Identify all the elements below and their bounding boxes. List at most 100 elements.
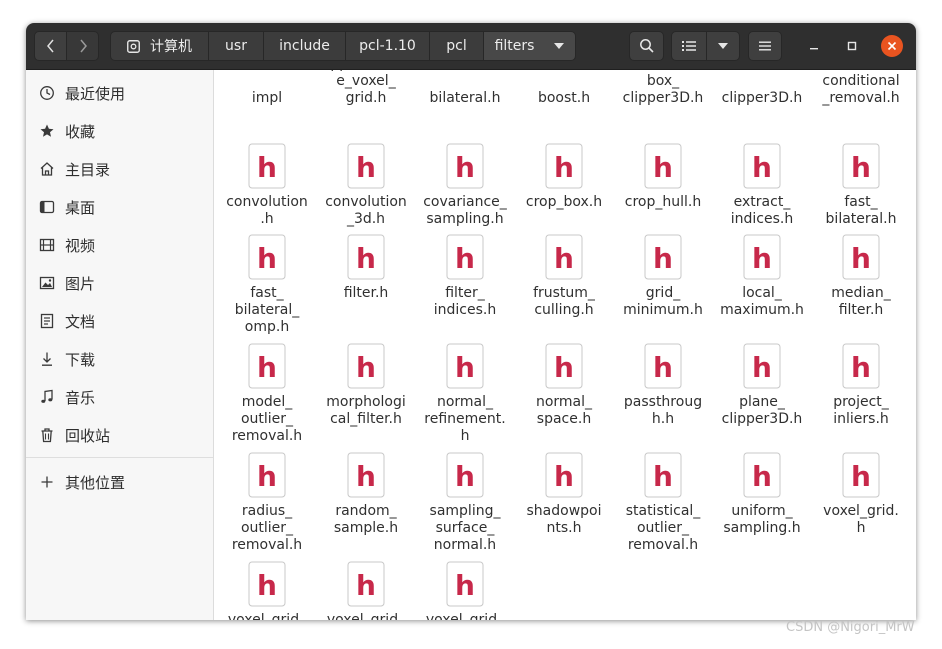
file-name-line: clipper3D.h	[721, 411, 803, 427]
file-name: filter.h	[318, 285, 414, 302]
path-crumb-pcl-1-10[interactable]: pcl-1.10	[346, 31, 430, 61]
file-icon-glyph: h	[356, 242, 376, 275]
file-name-line: removal.h	[231, 537, 303, 553]
file-name: crop_box.h	[516, 194, 612, 211]
file-icon-glyph: h	[752, 351, 772, 384]
file-name-line: voxel_grid_	[227, 612, 307, 620]
sidebar-item-videos[interactable]: 视频	[26, 229, 214, 261]
close-icon	[887, 41, 897, 51]
hamburger-icon	[759, 41, 771, 51]
file-name-line: inliers.h	[833, 411, 889, 427]
maximize-icon	[847, 41, 857, 51]
file-icon-glyph: h	[455, 151, 475, 184]
sidebar-item-starred[interactable]: 收藏	[26, 115, 214, 147]
list-view-button[interactable]	[671, 31, 707, 61]
file-name-line: normal_	[535, 394, 593, 410]
path-crumb-label: pcl	[446, 38, 467, 54]
path-crumb-label: 计算机	[150, 39, 192, 55]
file-name: convolution .h	[219, 194, 315, 228]
file-name-line: nts.h	[546, 520, 582, 536]
file-name: voxel_grid. h	[813, 503, 909, 537]
file-icon-glyph: h	[455, 242, 475, 275]
file-name-line: outlier_	[240, 520, 294, 536]
close-button[interactable]	[881, 35, 903, 57]
file-icon-glyph: h	[356, 569, 376, 602]
path-crumb-filters[interactable]: filters	[484, 31, 576, 61]
sidebar-item-label: 主目录	[65, 160, 111, 179]
file-name-line: omp.h	[244, 319, 290, 335]
file-name-line: covariance_	[423, 194, 507, 210]
file-name-line: voxel_grid_	[326, 612, 406, 620]
sidebar-item-downloads[interactable]: 下载	[26, 343, 214, 375]
file-name-line: project_	[833, 394, 889, 410]
sidebar-item-other-locations[interactable]: 其他位置	[26, 466, 214, 498]
file-name-line: clipper3D.h	[622, 90, 704, 106]
file-name-line: voxel_grid.	[823, 503, 899, 519]
file-name: extract_ indices.h	[714, 194, 810, 228]
file-name-line: normal_	[436, 394, 494, 410]
sidebar-item-recent[interactable]: 最近使用	[26, 77, 214, 109]
header-file-icon: h	[446, 561, 484, 607]
maximize-button[interactable]	[841, 35, 863, 57]
file-name-line: statistical_	[625, 503, 701, 519]
file-name: passthroug h.h	[615, 394, 711, 428]
file-name-line: indices.h	[433, 302, 497, 318]
sidebar-item-label: 视频	[65, 236, 96, 255]
chevron-left-icon	[46, 39, 54, 53]
file-name-line: convolution	[226, 194, 308, 210]
path-crumb-computer[interactable]: 计算机	[110, 31, 209, 61]
file-name-line: grid_	[645, 285, 681, 301]
path-crumb-include[interactable]: include	[264, 31, 346, 61]
path-crumb-label: usr	[225, 38, 247, 54]
file-name-line: extract_	[733, 194, 791, 210]
file-name-line: uniform_	[731, 503, 793, 519]
file-name-line: space.h	[536, 411, 592, 427]
sidebar-item-label: 收藏	[65, 122, 96, 141]
menu-button[interactable]	[748, 31, 782, 61]
file-name: median_ filter.h	[813, 285, 909, 319]
file-name-line: maximum.h	[720, 302, 804, 318]
file-name: bilateral.h	[417, 90, 513, 107]
file-icon-glyph: h	[455, 351, 475, 384]
sidebar-item-label: 音乐	[65, 388, 96, 407]
path-crumb-pcl[interactable]: pcl	[430, 31, 484, 61]
sidebar-item-music[interactable]: 音乐	[26, 381, 214, 413]
sidebar-item-home[interactable]: 主目录	[26, 153, 214, 185]
file-name: normal_ space.h	[516, 394, 612, 428]
file-name-line: _3d.h	[346, 211, 386, 227]
view-options-button[interactable]	[706, 31, 740, 61]
sidebar-item-documents[interactable]: 文档	[26, 305, 214, 337]
header-file-icon: h	[644, 343, 682, 389]
file-name-line: voxel_grid_	[425, 612, 505, 620]
minimize-button[interactable]	[803, 35, 825, 57]
file-name-line: crop_hull.h	[624, 194, 702, 210]
search-button[interactable]	[629, 31, 664, 61]
forward-button[interactable]	[66, 31, 99, 61]
sidebar-item-desktop[interactable]: 桌面	[26, 191, 214, 223]
sidebar-item-pictures[interactable]: 图片	[26, 267, 214, 299]
file-name: plane_ clipper3D.h	[714, 394, 810, 428]
caret-down-icon	[718, 43, 728, 49]
sidebar: 最近使用 收藏 主目录 桌面 视频 图片 文档 下载 音乐 回收站 其他位置	[26, 70, 214, 620]
music-icon	[39, 389, 55, 405]
file-name-line: median_	[831, 285, 891, 301]
header-file-icon: h	[545, 343, 583, 389]
file-name-line: filter_	[445, 285, 485, 301]
header-file-icon: h	[842, 452, 880, 498]
file-name-line: fast_	[844, 194, 878, 210]
sidebar-item-label: 下载	[65, 350, 96, 369]
file-icon-glyph: h	[257, 351, 277, 384]
file-name-line: bilateral.h	[825, 211, 897, 227]
sidebar-item-trash[interactable]: 回收站	[26, 419, 214, 451]
file-name-line: box_	[646, 73, 680, 89]
back-button[interactable]	[34, 31, 67, 61]
file-name: voxel_grid_occlusion_	[417, 612, 513, 620]
download-icon	[39, 351, 55, 367]
path-crumb-usr[interactable]: usr	[209, 31, 264, 61]
file-name-line: outlier_	[240, 411, 294, 427]
file-name: project_ inliers.h	[813, 394, 909, 428]
path-crumb-label: pcl-1.10	[359, 38, 416, 54]
file-name-line: .h	[260, 211, 274, 227]
file-name-line: fast_	[250, 285, 284, 301]
header-file-icon: h	[248, 234, 286, 280]
